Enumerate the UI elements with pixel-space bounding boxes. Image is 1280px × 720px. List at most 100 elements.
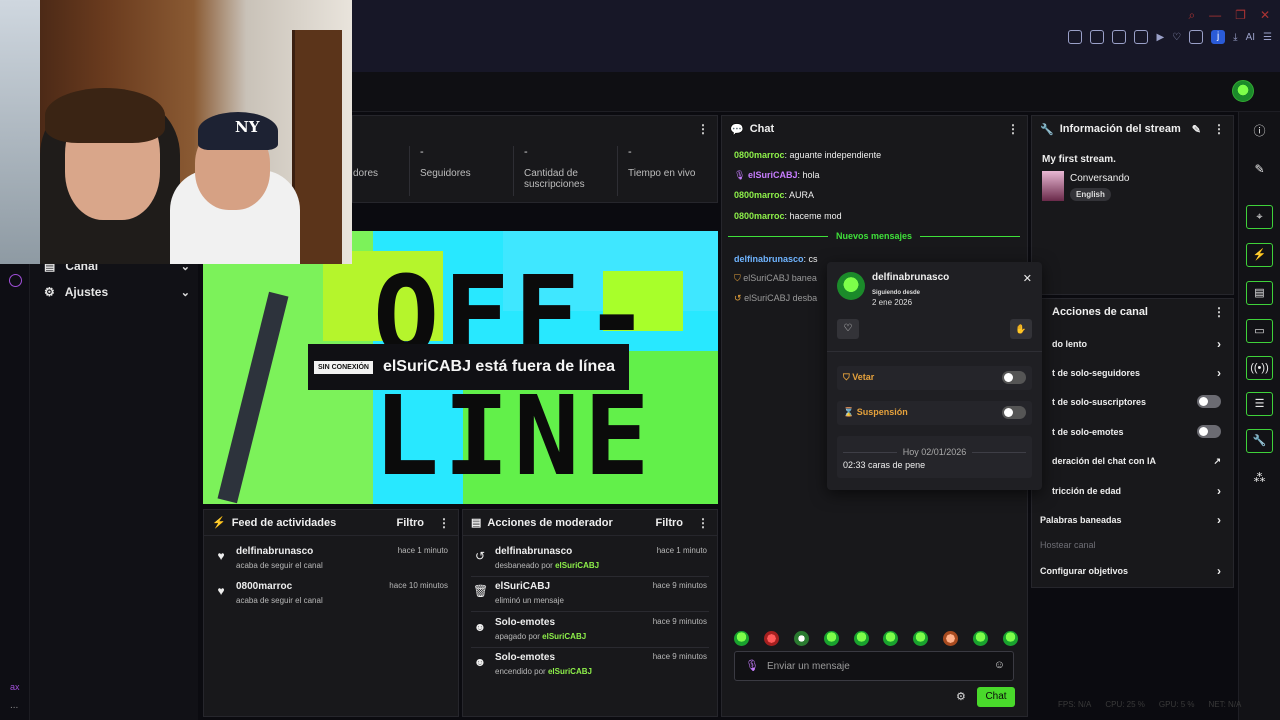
heart-icon[interactable]: ♡ (1172, 32, 1181, 43)
play-icon[interactable]: ▶ (1156, 32, 1164, 43)
followers-only-row[interactable]: t de solo-seguidores › (1052, 366, 1221, 380)
following-date: 2 ene 2026 (872, 298, 913, 307)
trash-icon: 🗑 (473, 584, 489, 598)
layout-icon[interactable]: ☰ (1246, 392, 1273, 416)
kebab-icon[interactable]: ⋮ (1213, 305, 1225, 319)
chat-input[interactable]: 🎙 Enviar un mensaje ☺ (734, 651, 1014, 681)
search-icon[interactable]: ⌕ (1188, 8, 1195, 23)
screenshot-icon[interactable] (1090, 30, 1105, 44)
gear-icon[interactable]: ⚙ (956, 690, 966, 703)
chat-message[interactable]: delfinabrunasco: cs (734, 254, 818, 264)
emote-icon[interactable] (734, 631, 749, 646)
subscribers-only-row[interactable]: t de solo-suscriptores (1052, 395, 1221, 408)
banned-words-row[interactable]: Palabras baneadas › (1040, 513, 1221, 527)
focus-icon[interactable]: ⌖ (1246, 205, 1273, 229)
emote-icon[interactable] (1002, 631, 1018, 646)
chat-header: 💬 Chat ⋮ (730, 122, 1019, 136)
users-icon[interactable]: ⁂ (1246, 467, 1273, 491)
slow-mode-row[interactable]: do lento › (1052, 337, 1221, 351)
timeout-toggle[interactable] (1002, 406, 1026, 419)
chat-message[interactable]: 0800marroc: haceme mod (734, 211, 842, 221)
emote-icon[interactable] (793, 631, 809, 646)
timeout-row[interactable]: ⌛ Suspensión (837, 401, 1032, 425)
emote-only-row[interactable]: t de solo-emotes (1052, 425, 1221, 438)
pencil-icon[interactable]: ✎ (1192, 123, 1201, 136)
ai-moderation-row[interactable]: deración del chat con IA ↗ (1052, 456, 1221, 466)
shield-icon[interactable] (1112, 30, 1127, 44)
mic-icon[interactable]: 🎙 (745, 659, 759, 672)
bolt-icon[interactable]: ⚡ (1246, 243, 1273, 267)
list-item[interactable]: ♥ delfinabrunasco acaba de seguir el can… (214, 546, 448, 578)
list-item[interactable]: ☻ Solo-emotes apagado por elSuriCABJ hac… (473, 617, 707, 649)
emote-icon[interactable] (763, 631, 779, 646)
kebab-icon[interactable]: ⋮ (697, 122, 709, 136)
chat-message[interactable]: 0800marroc: aguante independiente (734, 150, 881, 160)
filter-button[interactable]: Filtro (397, 517, 425, 529)
menu-icon[interactable]: ☰ (1263, 32, 1272, 43)
kebab-icon[interactable]: ⋮ (438, 516, 450, 530)
close-icon[interactable]: ✕ (1260, 8, 1270, 23)
divider (471, 611, 709, 612)
stream-info-header: 🔧 Información del stream ✎ ⋮ (1040, 122, 1225, 136)
close-icon[interactable]: ✕ (1023, 272, 1032, 285)
user-card-name[interactable]: delfinabrunasco (872, 272, 949, 283)
filter-button[interactable]: Filtro (656, 517, 684, 529)
chat-message[interactable]: ⛉ elSuriCABJ banea (734, 273, 817, 284)
age-restriction-row[interactable]: tricción de edad › (1052, 484, 1221, 498)
kebab-icon[interactable]: ⋮ (1213, 122, 1225, 136)
pencil-icon[interactable]: ✎ (1246, 158, 1273, 182)
kebab-icon[interactable]: ⋮ (1007, 122, 1019, 136)
right-rail: ⓘ ✎ ⌖ ⚡ ▤ ▭ ((•)) ☰ 🔧 ⁂ (1238, 112, 1280, 720)
download-icon[interactable]: ⤓ (1233, 32, 1237, 43)
emote-icon[interactable] (943, 631, 959, 646)
sidebar-item-ajustes[interactable]: ⚙ Ajustes ⌄ (44, 285, 190, 299)
user-card: delfinabrunasco Siguiendo desde 2 ene 20… (827, 262, 1042, 490)
chat-message[interactable]: ↺ elSuriCABJ desba (734, 293, 817, 304)
mic-icon: 🎙 (734, 170, 746, 180)
ax-label: ax (10, 682, 20, 692)
emote-icon[interactable] (973, 631, 988, 646)
info-icon[interactable]: ⓘ (1246, 120, 1273, 144)
emoji-icon[interactable]: ☺ (994, 659, 1005, 671)
document-icon[interactable]: ▤ (1246, 281, 1273, 305)
heart-icon: ♥ (217, 584, 225, 598)
hexagon-icon[interactable] (9, 274, 22, 287)
heart-icon[interactable]: ♡ (837, 319, 859, 339)
hourglass-icon: ⌛ (843, 407, 855, 417)
emote-icon[interactable] (883, 631, 899, 646)
avatar[interactable] (1232, 80, 1254, 102)
chat-icon[interactable]: ▭ (1246, 319, 1273, 343)
chat-icon: 💬 (730, 123, 744, 136)
hand-icon[interactable]: ✋ (1010, 319, 1032, 339)
language-tag[interactable]: English (1070, 188, 1111, 201)
kebab-icon[interactable]: ⋮ (697, 516, 709, 530)
bolt-icon: ⚡ (212, 517, 226, 529)
chat-send-button[interactable]: Chat (977, 687, 1015, 707)
emote-icon[interactable] (913, 631, 929, 646)
broadcast-icon[interactable]: ((•)) (1246, 356, 1273, 380)
chat-message[interactable]: 0800marroc: AURA (734, 190, 814, 200)
puzzle-icon[interactable] (1189, 30, 1204, 44)
ban-toggle[interactable] (1002, 371, 1026, 384)
restore-icon[interactable]: ❐ (1235, 8, 1246, 23)
delete-icon[interactable] (1134, 30, 1149, 44)
list-item[interactable]: 🗑 elSuriCABJ eliminó un mensaje hace 9 m… (473, 581, 707, 613)
list-item[interactable]: ☻ Solo-emotes encendido por elSuriCABJ h… (473, 652, 707, 684)
category-name: Conversando (1070, 173, 1130, 184)
emote-icon[interactable] (853, 631, 869, 646)
wrench-icon[interactable]: 🔧 (1246, 429, 1273, 453)
minimize-icon[interactable]: — (1209, 8, 1221, 23)
configure-goals-row[interactable]: Configurar objetivos › (1040, 564, 1221, 578)
profile-icon[interactable]: j (1211, 30, 1226, 44)
pin-icon[interactable] (1068, 30, 1083, 44)
ban-row[interactable]: ⛉ Vetar (837, 366, 1032, 390)
ai-extension[interactable]: AI (1246, 32, 1255, 43)
emote-icon[interactable] (823, 631, 839, 646)
list-item[interactable]: ♥ 0800marroc acaba de seguir el canal ha… (214, 581, 448, 613)
more-icon[interactable]: ... (10, 700, 18, 711)
activity-feed-header: ⚡ Feed de actividades Filtro ⋮ (204, 510, 458, 536)
new-messages-divider[interactable]: Nuevos mensajes (728, 231, 1021, 241)
chat-message[interactable]: 🎙 elSuriCABJ: hola (734, 170, 820, 181)
shield-icon: ⛉ (734, 273, 741, 283)
list-item[interactable]: ↺ delfinabrunasco desbaneado por elSuriC… (473, 546, 707, 578)
